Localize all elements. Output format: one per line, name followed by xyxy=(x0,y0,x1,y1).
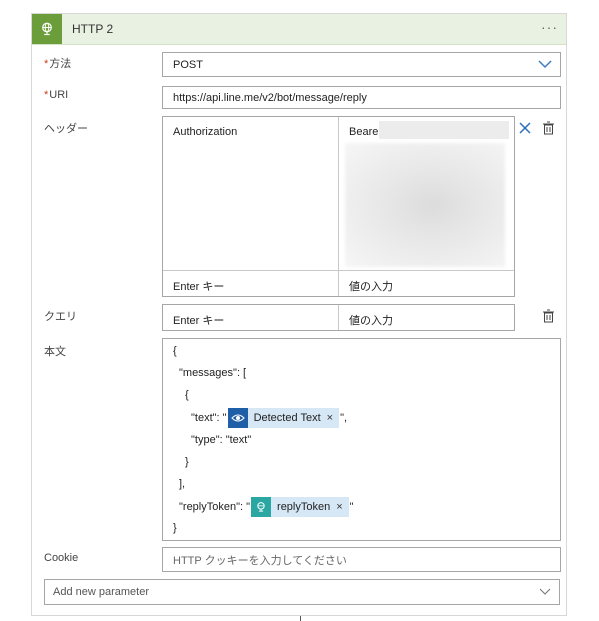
body-line: "type": "text" xyxy=(191,434,252,446)
method-value: POST xyxy=(173,58,203,71)
globe-icon xyxy=(32,14,62,44)
close-icon[interactable] xyxy=(517,120,533,136)
body-line: } xyxy=(185,456,189,468)
query-key-placeholder[interactable]: Enter キー xyxy=(173,312,224,328)
delete-header-icon[interactable] xyxy=(540,119,556,136)
header-key-placeholder[interactable]: Enter キー xyxy=(173,278,224,294)
chevron-down-icon xyxy=(538,58,552,73)
uri-input[interactable]: https://api.line.me/v2/bot/message/reply xyxy=(162,86,561,109)
connector-line xyxy=(300,616,301,621)
body-line: ", xyxy=(340,412,348,424)
body-line: "text": " xyxy=(191,412,227,424)
body-line: "replyToken": " xyxy=(179,501,251,513)
body-line: { xyxy=(173,345,177,357)
body-line: "messages": [ xyxy=(179,367,247,379)
uri-value: https://api.line.me/v2/bot/message/reply xyxy=(173,91,367,104)
redacted-token-area xyxy=(345,143,505,267)
header-value-placeholder[interactable]: 値の入力 xyxy=(349,278,393,294)
token-label: Detected Text xyxy=(253,412,321,424)
body-editor[interactable]: { "messages": [ { "text": " Detected Tex… xyxy=(162,338,561,541)
queries-label: クエリ xyxy=(44,311,77,323)
remove-token-button[interactable]: × xyxy=(336,501,342,513)
token-label: replyToken xyxy=(277,501,331,513)
body-line: ], xyxy=(179,478,186,490)
headers-table: Authorization Bearer Enter キー 値の入力 xyxy=(162,116,515,297)
method-label: *方法 xyxy=(44,58,72,70)
query-value-placeholder[interactable]: 値の入力 xyxy=(349,312,393,328)
body-line: } xyxy=(173,522,177,534)
cookie-placeholder: HTTP クッキーを入力してください xyxy=(173,554,347,567)
body-line: { xyxy=(185,389,189,401)
detected-text-token[interactable]: Detected Text × xyxy=(227,408,340,428)
headers-label: ヘッダー xyxy=(44,123,88,135)
reply-token-token[interactable]: replyToken × xyxy=(251,497,349,517)
add-parameter-placeholder: Add new parameter xyxy=(53,586,149,598)
body-line: " xyxy=(349,501,354,513)
header-key-input[interactable]: Authorization xyxy=(173,126,237,138)
globe-icon xyxy=(251,497,272,517)
queries-table: Enter キー 値の入力 xyxy=(162,304,515,331)
cookie-input[interactable]: HTTP クッキーを入力してください xyxy=(162,547,561,572)
action-title: HTTP 2 xyxy=(72,22,114,36)
uri-label: *URI xyxy=(44,89,69,101)
method-select[interactable]: POST xyxy=(162,52,561,77)
header-value-input[interactable]: Bearer xyxy=(349,126,382,138)
card-header[interactable]: HTTP 2 ··· xyxy=(32,14,566,45)
required-mark: * xyxy=(44,89,49,101)
http-action-card: HTTP 2 ··· *方法 POST *URI https://api.lin… xyxy=(31,13,567,616)
more-options-button[interactable]: ··· xyxy=(541,19,558,35)
chevron-down-icon xyxy=(539,587,551,600)
delete-query-icon[interactable] xyxy=(540,307,556,324)
eye-icon xyxy=(227,408,248,428)
required-mark: * xyxy=(44,58,49,70)
redacted-token xyxy=(379,121,509,139)
add-parameter-dropdown[interactable]: Add new parameter xyxy=(44,579,560,605)
remove-token-button[interactable]: × xyxy=(327,412,333,424)
body-label: 本文 xyxy=(44,346,66,358)
cookie-label: Cookie xyxy=(44,552,79,564)
